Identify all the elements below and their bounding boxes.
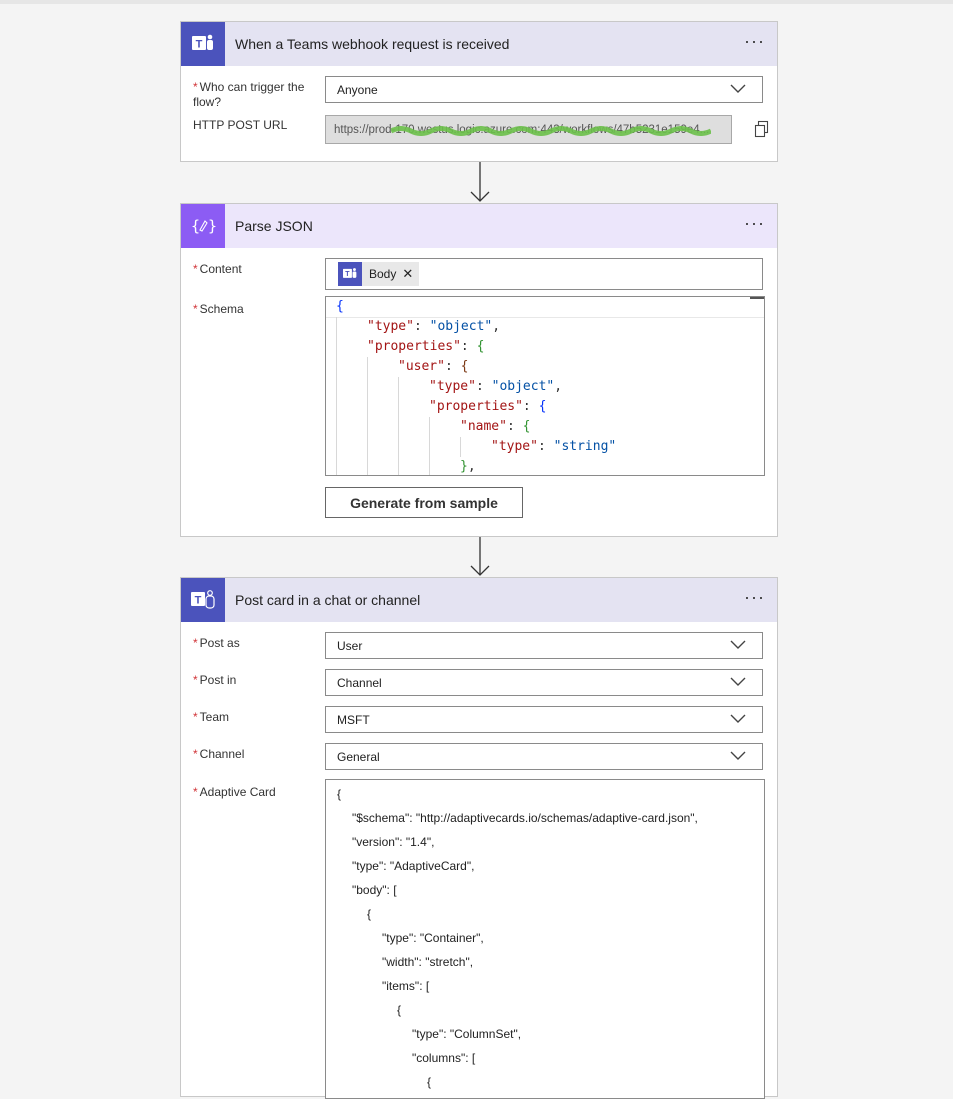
schema-label: * Schema [193, 302, 244, 316]
content-input[interactable]: T Body ✕ [325, 258, 763, 290]
svg-text:T: T [196, 39, 203, 51]
team-dropdown[interactable]: MSFT [325, 706, 763, 733]
code-line: "type": "Container", [382, 931, 484, 945]
post-in-row: * Post in Channel [193, 669, 765, 703]
http-post-url-field[interactable]: https://prod-170.westus.logic.azure.com:… [325, 115, 732, 144]
code-line: "type": "object", [367, 319, 501, 334]
trigger-card: T When a Teams webhook request is receiv… [180, 21, 778, 162]
body-token[interactable]: T Body ✕ [338, 262, 420, 286]
code-line: "columns": [ [412, 1051, 476, 1065]
field-label: * Team [193, 710, 230, 724]
code-line: "width": "stretch", [382, 955, 474, 969]
code-line: "version": "1.4", [352, 835, 435, 849]
flow-arrow [470, 537, 490, 576]
code-line: { [337, 787, 342, 801]
teams-logo-icon: T [338, 262, 362, 286]
close-icon[interactable]: ✕ [402, 266, 413, 282]
teams-logo-icon: T [181, 22, 225, 66]
generate-from-sample-button[interactable]: Generate from sample [325, 487, 523, 518]
post-as-row: * Post as User [193, 632, 765, 666]
flow-arrow [470, 162, 490, 202]
svg-text:{: { [191, 217, 200, 235]
trigger-card-header[interactable]: T When a Teams webhook request is receiv… [181, 22, 777, 66]
code-line: "type": "AdaptiveCard", [352, 859, 475, 873]
url-label: HTTP POST URL [193, 118, 288, 132]
parse-json-icon: { } [181, 204, 225, 248]
svg-text:T: T [345, 271, 350, 278]
code-line: "$schema": "http://adaptivecards.io/sche… [352, 811, 698, 825]
code-line: { [336, 299, 344, 314]
parse-json-card-header[interactable]: { } Parse JSON ··· [181, 204, 777, 248]
channel-dropdown[interactable]: General [325, 743, 763, 770]
svg-text:}: } [208, 217, 216, 235]
adaptive-card-label: * Adaptive Card [193, 785, 276, 799]
more-options-icon[interactable]: ··· [744, 31, 765, 51]
post-card-header[interactable]: T Post card in a chat or channel ··· [181, 578, 777, 622]
more-options-icon[interactable]: ··· [744, 213, 765, 233]
team-row: * Team MSFT [193, 706, 765, 740]
card-title: Parse JSON [235, 218, 313, 234]
channel-row: * Channel General [193, 743, 765, 777]
code-line: "name": { [460, 419, 531, 434]
parse-json-card: { } Parse JSON ··· *Content T Body [180, 203, 778, 537]
field-label: * Channel [193, 747, 245, 761]
code-line: { [397, 1003, 402, 1017]
schema-editor[interactable]: { "type": "object", "properties": { "use… [325, 296, 765, 476]
teams-logo-icon: T [181, 578, 225, 622]
code-line: "type": "object", [429, 379, 563, 394]
post-in-dropdown[interactable]: Channel [325, 669, 763, 696]
scrollbar[interactable] [750, 297, 764, 299]
code-line: "properties": { [367, 339, 485, 354]
chevron-down-icon [730, 677, 746, 686]
post-card-card: T Post card in a chat or channel ··· * Po… [180, 577, 778, 1099]
code-line: "type": "string" [491, 439, 617, 454]
content-row: * Content T Body ✕ [193, 258, 765, 296]
card-title: Post card in a chat or channel [235, 592, 421, 608]
code-line: "items": [ [382, 979, 430, 993]
field-label: * Post as [193, 636, 240, 650]
redaction-scribble [391, 126, 711, 136]
chevron-down-icon [730, 751, 746, 760]
code-line: "user": { [398, 359, 469, 374]
code-line: "type": "ColumnSet", [412, 1027, 522, 1041]
content-label: * Content [193, 262, 242, 276]
code-line: { [367, 907, 372, 921]
more-options-icon[interactable]: ··· [744, 587, 765, 607]
code-line: "body": [ [352, 883, 397, 897]
url-row: HTTP POST URL https://prod-170.westus.lo… [193, 67, 769, 144]
code-line: { [427, 1075, 432, 1089]
card-title: When a Teams webhook request is received [235, 36, 510, 52]
code-line: }, [460, 459, 476, 474]
adaptive-card-editor[interactable]: { "$schema": "http://adaptivecards.io/sc… [325, 779, 765, 1099]
chevron-down-icon [730, 640, 746, 649]
token-label: Body [369, 267, 397, 281]
post-as-dropdown[interactable]: User [325, 632, 763, 659]
field-label: * Post in [193, 673, 237, 687]
top-strip [0, 0, 953, 4]
svg-text:T: T [195, 595, 202, 607]
copy-icon[interactable] [753, 120, 771, 138]
chevron-down-icon [730, 714, 746, 723]
code-line: "properties": { [429, 399, 547, 414]
